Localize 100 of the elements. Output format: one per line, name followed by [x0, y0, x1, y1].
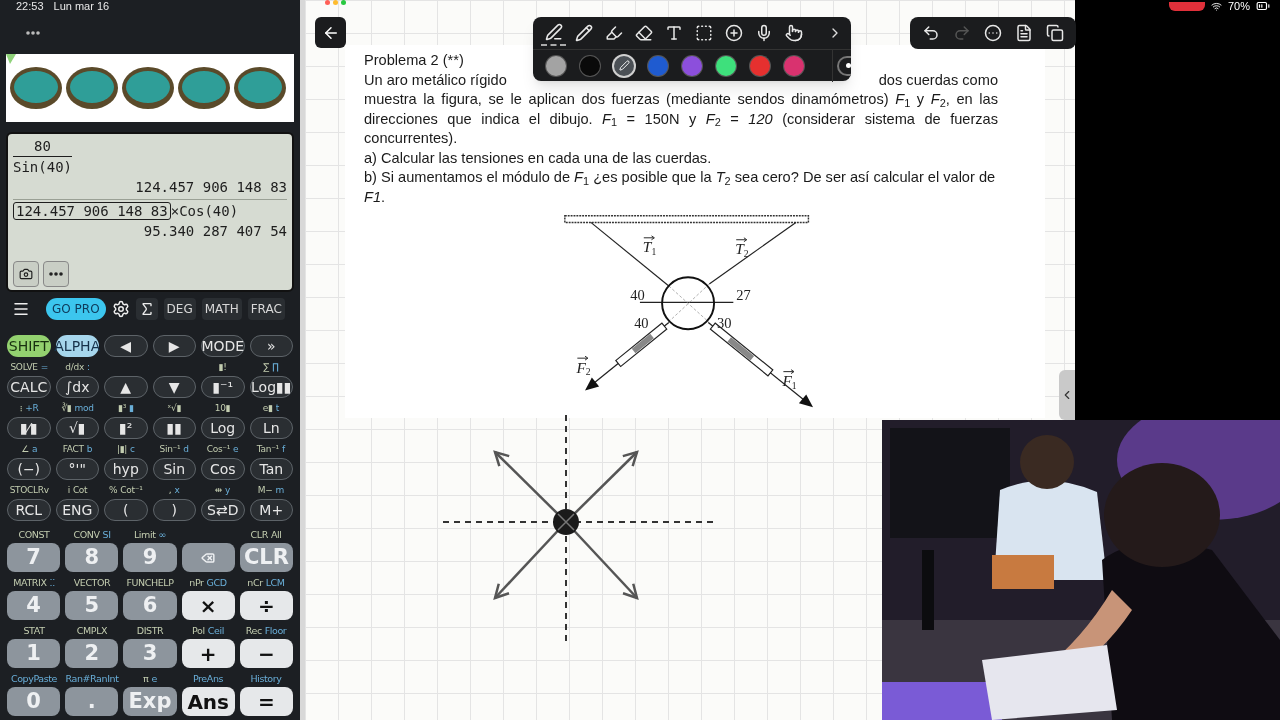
color-swatch[interactable]	[546, 55, 566, 76]
calculator-key[interactable]: CALC	[7, 376, 51, 398]
calculator-key[interactable]: °'"	[55, 458, 99, 480]
key-label: GCD	[206, 577, 227, 587]
denominator: Sin(40)	[13, 158, 72, 177]
key-label: STOCLRv	[9, 486, 49, 495]
key-label: Floor	[264, 625, 287, 635]
key-label: LCM	[265, 577, 285, 587]
key-label: e▮	[262, 404, 273, 413]
calculator-key[interactable]: ÷	[239, 591, 293, 620]
angle-label: 40	[630, 287, 645, 304]
calculator-key[interactable]: hyp	[104, 458, 148, 480]
calculator-key[interactable]: RCL	[7, 499, 51, 521]
calculator-key[interactable]: ENG	[55, 499, 99, 521]
calculator-key[interactable]: ×	[181, 591, 235, 620]
color-swatch[interactable]	[716, 55, 736, 76]
key-label: Cot⁻¹	[120, 486, 143, 495]
mode-button[interactable]: DEG	[163, 298, 196, 320]
angle-label: 30	[716, 315, 732, 332]
key-label: ∑	[263, 363, 269, 372]
color-swatch[interactable]	[750, 55, 770, 76]
sigma-button[interactable]	[135, 298, 158, 320]
redo-icon	[953, 24, 971, 42]
key-label: y	[225, 486, 231, 495]
wifi-icon	[1210, 0, 1222, 12]
calculator-key[interactable]: (−)	[7, 458, 51, 480]
mode-button[interactable]: MATH	[201, 298, 242, 320]
more-icon	[984, 24, 1002, 42]
key-label: %	[109, 486, 118, 495]
calculator-key[interactable]: ▮▮	[152, 417, 196, 439]
calculator-key[interactable]: M+	[249, 499, 293, 521]
key-label: Ran#RanInt	[65, 673, 119, 683]
calculator-key[interactable]: ▲	[104, 376, 148, 398]
ellipsis-icon	[49, 272, 63, 276]
color-swatch[interactable]	[784, 55, 804, 76]
calculator-key[interactable]: ▮⁄▮	[7, 417, 51, 439]
calculator-key[interactable]: MODE	[201, 335, 245, 357]
mode-button[interactable]: FRAC	[247, 298, 285, 320]
status-date: Lun mar 16	[53, 1, 110, 12]
key-label: Sin⁻¹	[159, 445, 181, 454]
calculator-key[interactable]: ▮⁻¹	[201, 376, 245, 398]
calculator-key[interactable]: »	[249, 335, 293, 357]
calculator-key[interactable]: Ln	[249, 417, 293, 439]
calculator-key[interactable]: ∫dx	[55, 376, 99, 398]
calculator-key[interactable]: =	[239, 687, 293, 716]
stroke-size-icon[interactable]	[837, 55, 851, 76]
key-label: ▮	[128, 404, 134, 413]
go-pro-button[interactable]: GO PRO	[46, 298, 106, 320]
key-label: m	[275, 486, 284, 495]
calculator-key[interactable]: (	[104, 499, 148, 521]
color-swatch[interactable]	[682, 55, 702, 76]
recording-indicator	[1168, 1, 1205, 11]
status-time: 22:53	[16, 1, 44, 12]
calculator-key[interactable]: S⇄D	[201, 499, 245, 521]
key-label: All	[270, 529, 282, 539]
calculator-key[interactable]: ▮²	[104, 417, 148, 439]
calculator-key[interactable]: Log	[201, 417, 245, 439]
color-swatch[interactable]	[648, 55, 668, 76]
key-label: ⇹	[214, 486, 223, 495]
result-value: 124.457 906 148 83	[135, 178, 287, 197]
angle-label: 27	[736, 287, 751, 304]
question-text: a) Calcular las tensiones en cada una de las cuerdas.	[364, 148, 713, 168]
key-label: M−	[257, 486, 273, 495]
settings-icon[interactable]	[111, 300, 130, 318]
calculator-key[interactable]: Ans	[181, 687, 235, 716]
vector-label: T$_{1}$	[642, 235, 657, 258]
calculator-key[interactable]: Sin	[152, 458, 196, 480]
key-label: ˣ√▮	[167, 404, 182, 413]
key-label: Ceil	[207, 625, 224, 635]
key-label: PreAns	[192, 673, 224, 683]
calculator-key[interactable]: ▶	[152, 335, 196, 357]
key-label: e	[233, 445, 239, 454]
screenshot-button[interactable]	[13, 261, 39, 287]
calculator-key[interactable]: ◀	[104, 335, 148, 357]
calculator-key[interactable]: +	[181, 639, 235, 668]
result-value: 95.340 287 407 54	[143, 222, 287, 241]
calculator-key[interactable]: √▮	[55, 417, 99, 439]
key-label: :	[86, 363, 90, 372]
key-label: a	[31, 445, 38, 454]
copy-button[interactable]	[1044, 22, 1066, 44]
key-label: nPr	[189, 577, 204, 587]
question-text: b) Si aumentamos el módulo de F$_{1}$ ¿es posible que la T$_{2}$ sea cero? De ser así calcular el valor de F1.	[364, 168, 997, 207]
more-button[interactable]	[982, 22, 1004, 44]
calculator-key[interactable]: Log▮▮	[249, 376, 293, 398]
back-button[interactable]	[315, 17, 346, 48]
calculator-key[interactable]: ▼	[152, 376, 196, 398]
numerator: 80	[33, 137, 52, 156]
calculator-key[interactable]: SHIFT	[7, 335, 51, 357]
color-swatch[interactable]	[580, 55, 600, 76]
key-label: FACT	[62, 445, 84, 454]
calculator-key[interactable]: )	[152, 499, 196, 521]
calculator-key[interactable]	[181, 543, 235, 572]
undo-icon	[922, 24, 940, 42]
calculator-key[interactable]: −	[239, 639, 293, 668]
calculator-key[interactable]: Cos	[201, 458, 245, 480]
menu-icon[interactable]	[12, 300, 30, 318]
calculator-key[interactable]: Tan	[249, 458, 293, 480]
key-label: History	[250, 673, 282, 683]
color-swatch[interactable]	[614, 55, 634, 76]
lasso-icon	[694, 24, 713, 42]
